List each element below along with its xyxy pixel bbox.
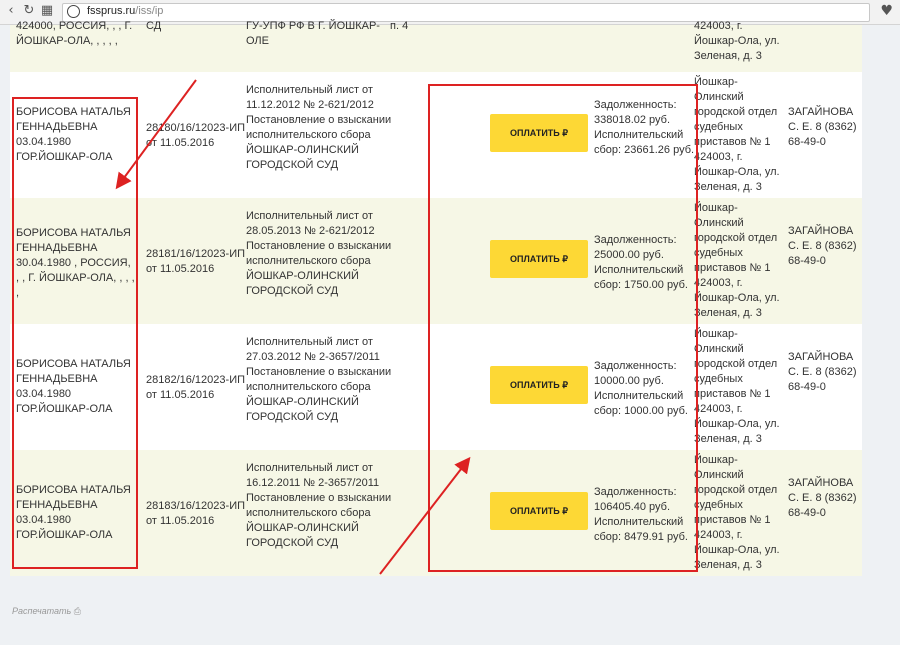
annotation-arrows <box>115 79 471 575</box>
print-label: Распечатать <box>12 606 72 616</box>
annotation-arrow <box>379 456 471 575</box>
print-link[interactable]: Распечатать ⎙ <box>12 606 81 617</box>
annotation-arrow <box>115 79 197 190</box>
printer-icon: ⎙ <box>73 607 81 617</box>
